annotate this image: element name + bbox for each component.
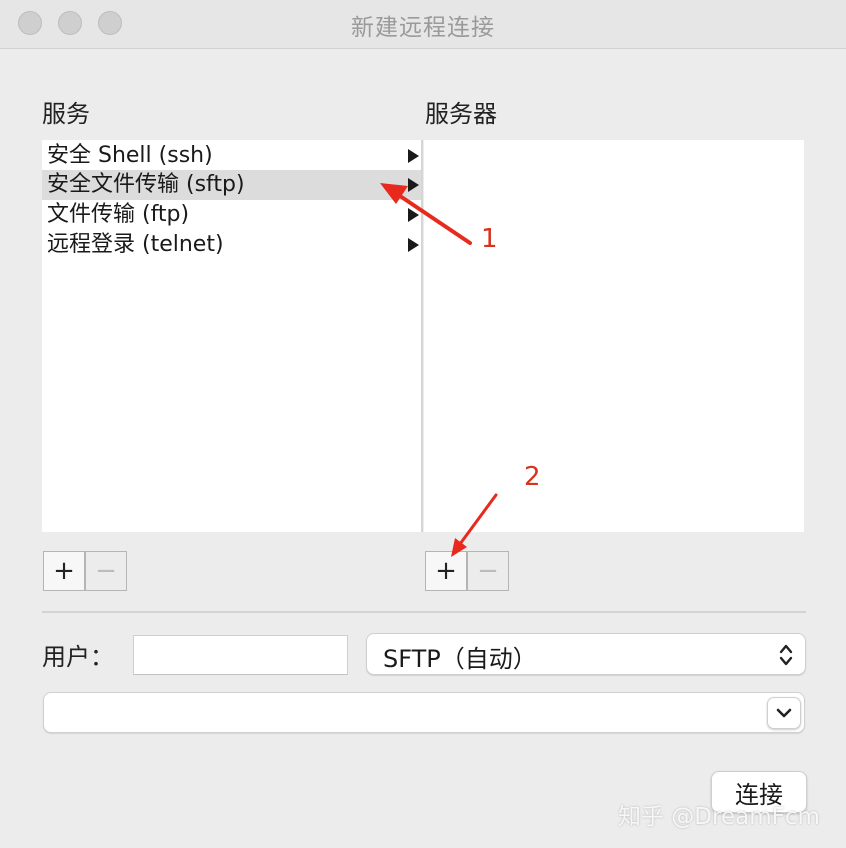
user-input[interactable] <box>133 635 348 675</box>
annotation-label-2: 2 <box>524 462 541 492</box>
disclosure-arrow-icon[interactable] <box>408 178 419 192</box>
user-label: 用户： <box>42 643 114 671</box>
section-divider <box>42 611 806 613</box>
disclosure-arrow-icon[interactable] <box>408 208 419 222</box>
host-combo-box[interactable] <box>43 692 805 733</box>
host-combo-dropdown-button[interactable] <box>767 697 801 729</box>
window-title: 新建远程连接 <box>351 15 495 41</box>
add-server-button[interactable]: + <box>425 551 467 591</box>
services-label: 服务 <box>42 100 90 128</box>
protocol-select-value: SFTP（自动） <box>383 645 537 673</box>
chevron-down-icon <box>776 708 792 718</box>
services-list[interactable]: 安全 Shell (ssh) 安全文件传输 (sftp) 文件传输 (ftp) … <box>42 140 423 532</box>
servers-label: 服务器 <box>425 100 497 128</box>
add-service-button[interactable]: + <box>43 551 85 591</box>
service-item-telnet[interactable]: 远程登录 (telnet) <box>42 230 423 260</box>
remove-server-button[interactable]: − <box>467 551 509 591</box>
disclosure-arrow-icon[interactable] <box>408 238 419 252</box>
annotation-label-1: 1 <box>481 224 498 254</box>
service-item-sftp[interactable]: 安全文件传输 (sftp) <box>42 170 423 200</box>
title-bar: 新建远程连接 <box>0 0 846 49</box>
protocol-select[interactable]: SFTP（自动） <box>366 633 806 675</box>
servers-list[interactable] <box>424 140 804 532</box>
service-item-ftp[interactable]: 文件传输 (ftp) <box>42 200 423 230</box>
remove-service-button[interactable]: − <box>85 551 127 591</box>
watermark: 知乎 @DreamFcm <box>618 804 820 830</box>
chevron-updown-icon <box>779 644 793 666</box>
service-item-ssh[interactable]: 安全 Shell (ssh) <box>42 141 423 171</box>
disclosure-arrow-icon[interactable] <box>408 149 419 163</box>
list-divider <box>421 140 423 532</box>
